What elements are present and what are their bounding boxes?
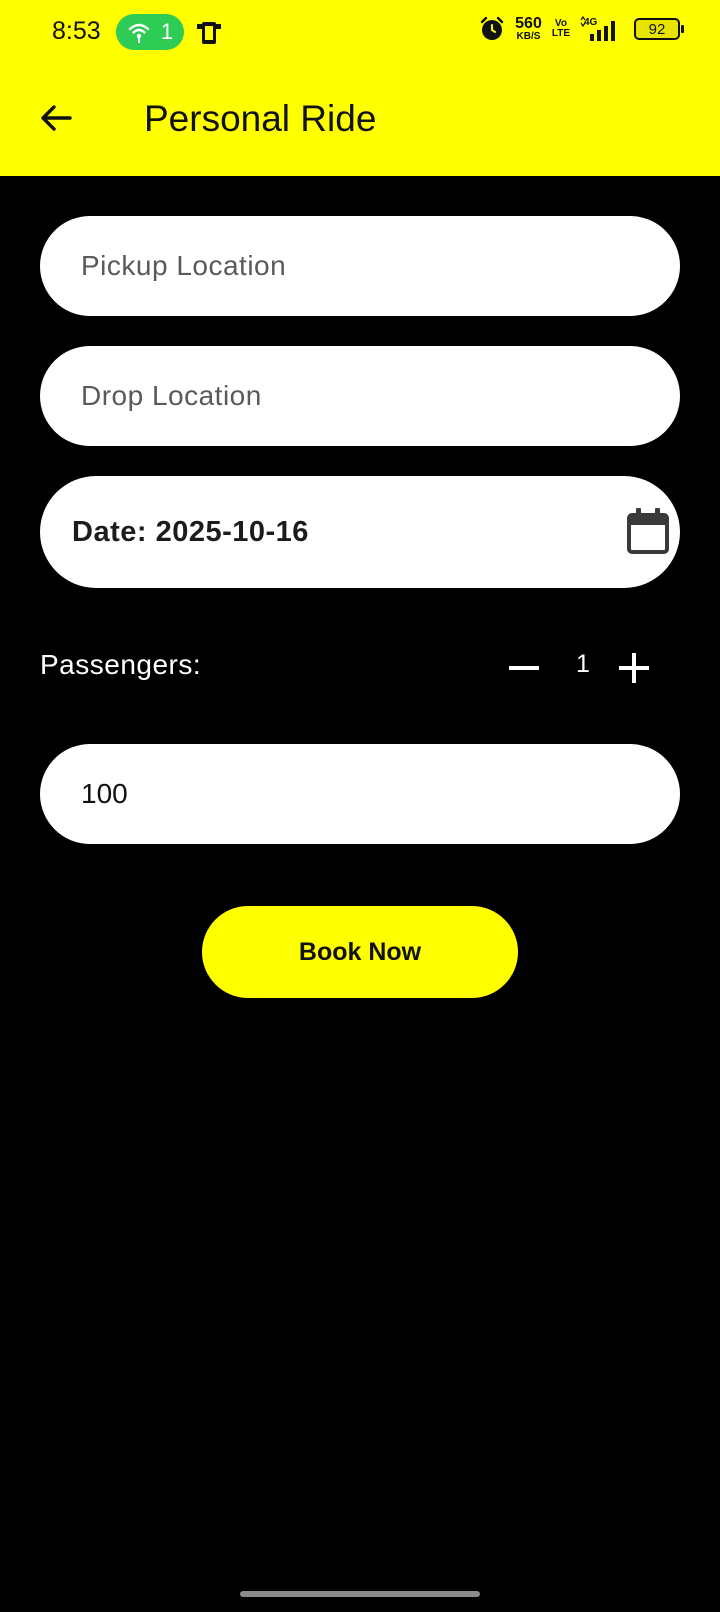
status-time: 8:53 — [52, 17, 101, 45]
plus-icon — [619, 653, 649, 683]
network-type: 4G — [584, 17, 598, 28]
page-title: Personal Ride — [144, 98, 377, 139]
drop-location-input[interactable] — [40, 346, 680, 446]
passengers-row: Passengers: 1 — [40, 645, 680, 691]
date-label: Date: 2025-10-16 — [72, 516, 309, 548]
network-speed: 560 KB/S — [515, 16, 542, 42]
battery-icon: 92 — [634, 18, 684, 40]
hotspot-icon — [128, 23, 150, 43]
drop-location-field[interactable] — [40, 346, 680, 446]
passengers-label: Passengers: — [40, 649, 202, 680]
phone-notification-icon — [197, 22, 221, 44]
network-speed-value: 560 — [515, 15, 542, 32]
battery-level: 92 — [648, 20, 666, 38]
passenger-count: 1 — [576, 650, 590, 678]
hotspot-pill[interactable]: 1 — [116, 14, 184, 50]
date-picker-field[interactable]: Date: 2025-10-16 — [40, 476, 680, 588]
arrow-left-icon — [41, 105, 72, 131]
top-header: 8:53 1 560 KB/S Vo LTE 4G 92 Personal Ri… — [0, 0, 720, 176]
signal-icon: 4G — [580, 16, 615, 41]
fare-input[interactable] — [40, 744, 680, 844]
hotspot-count: 1 — [160, 19, 174, 44]
volte-bottom: LTE — [551, 28, 570, 39]
network-speed-unit: KB/S — [516, 31, 541, 42]
volte-indicator: Vo LTE — [552, 19, 570, 39]
alarm-icon — [480, 16, 504, 40]
pickup-location-field[interactable] — [40, 216, 680, 316]
book-now-button[interactable]: Book Now — [202, 906, 518, 998]
status-right-cluster: 560 KB/S Vo LTE 4G 92 — [479, 16, 684, 42]
fare-field[interactable] — [40, 744, 680, 844]
status-bar: 8:53 1 560 KB/S Vo LTE 4G 92 — [0, 0, 720, 64]
home-indicator[interactable] — [240, 1591, 480, 1597]
decrement-passengers-button[interactable] — [500, 645, 548, 691]
back-button[interactable] — [34, 96, 78, 140]
minus-icon — [509, 666, 539, 670]
app-root: 8:53 1 560 KB/S Vo LTE 4G 92 Personal Ri… — [0, 0, 720, 1612]
increment-passengers-button[interactable] — [610, 645, 658, 691]
app-bar: Personal Ride — [0, 64, 720, 176]
pickup-location-input[interactable] — [40, 216, 680, 316]
calendar-icon[interactable] — [624, 506, 672, 556]
